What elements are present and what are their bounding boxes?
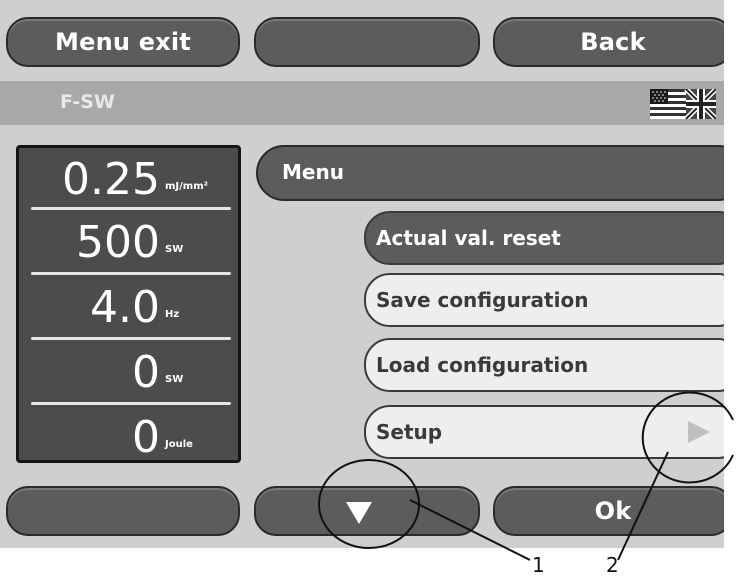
bottom-left-button[interactable]: [6, 486, 240, 536]
separator: [31, 207, 231, 210]
page-title: F-SW: [60, 91, 115, 113]
menu-item-setup[interactable]: Setup: [364, 405, 724, 459]
value-unit: Hz: [165, 309, 180, 320]
top-middle-button[interactable]: [254, 17, 480, 67]
menu-item-load-configuration[interactable]: Load configuration: [364, 338, 724, 392]
separator: [31, 402, 231, 405]
separator: [31, 337, 231, 340]
callout-label-2: 2: [606, 553, 619, 577]
value-number: 0.25: [62, 154, 160, 205]
menu-item-label: Save configuration: [376, 288, 589, 312]
menu-header: Menu: [256, 145, 724, 201]
scroll-down-button[interactable]: [254, 486, 480, 536]
back-label: Back: [580, 28, 646, 56]
menu-exit-label: Menu exit: [55, 28, 191, 56]
value-unit: SW: [165, 374, 184, 385]
menu-item-label: Actual val. reset: [376, 226, 561, 250]
shockwave-count-value: 500 SW: [19, 211, 238, 269]
value-number: 4.0: [90, 282, 160, 333]
device-screen: Menu exit Back F-SW 0.25 mJ/mm² 500 SW 4…: [0, 0, 724, 548]
energy-density-value: 0.25 mJ/mm²: [19, 148, 238, 206]
value-number: 500: [76, 217, 160, 268]
value-unit: SW: [165, 244, 184, 255]
title-bar: F-SW: [0, 81, 724, 125]
frequency-value: 4.0 Hz: [19, 276, 238, 334]
energy-total-value: 0 Joule: [19, 406, 238, 464]
right-arrow-icon: [688, 421, 710, 443]
menu-item-label: Setup: [376, 420, 443, 444]
down-triangle-icon: [346, 502, 372, 524]
value-unit: Joule: [165, 439, 193, 450]
shockwave-counter-value: 0 SW: [19, 341, 238, 399]
ok-label: Ok: [594, 497, 632, 525]
separator: [31, 272, 231, 275]
menu-exit-button[interactable]: Menu exit: [6, 17, 240, 67]
us-uk-flag-icon[interactable]: [650, 89, 716, 119]
menu-item-save-configuration[interactable]: Save configuration: [364, 273, 724, 327]
value-number: 0: [132, 347, 160, 398]
values-panel: 0.25 mJ/mm² 500 SW 4.0 Hz 0 SW 0 Joule: [16, 145, 241, 463]
value-unit: mJ/mm²: [165, 181, 209, 192]
ok-button[interactable]: Ok: [493, 486, 724, 536]
callout-label-1: 1: [532, 553, 545, 577]
menu-title: Menu: [282, 160, 344, 184]
menu-item-label: Load configuration: [376, 353, 589, 377]
menu-item-actual-val-reset[interactable]: Actual val. reset: [364, 211, 724, 265]
back-button[interactable]: Back: [493, 17, 724, 67]
value-number: 0: [132, 412, 160, 463]
